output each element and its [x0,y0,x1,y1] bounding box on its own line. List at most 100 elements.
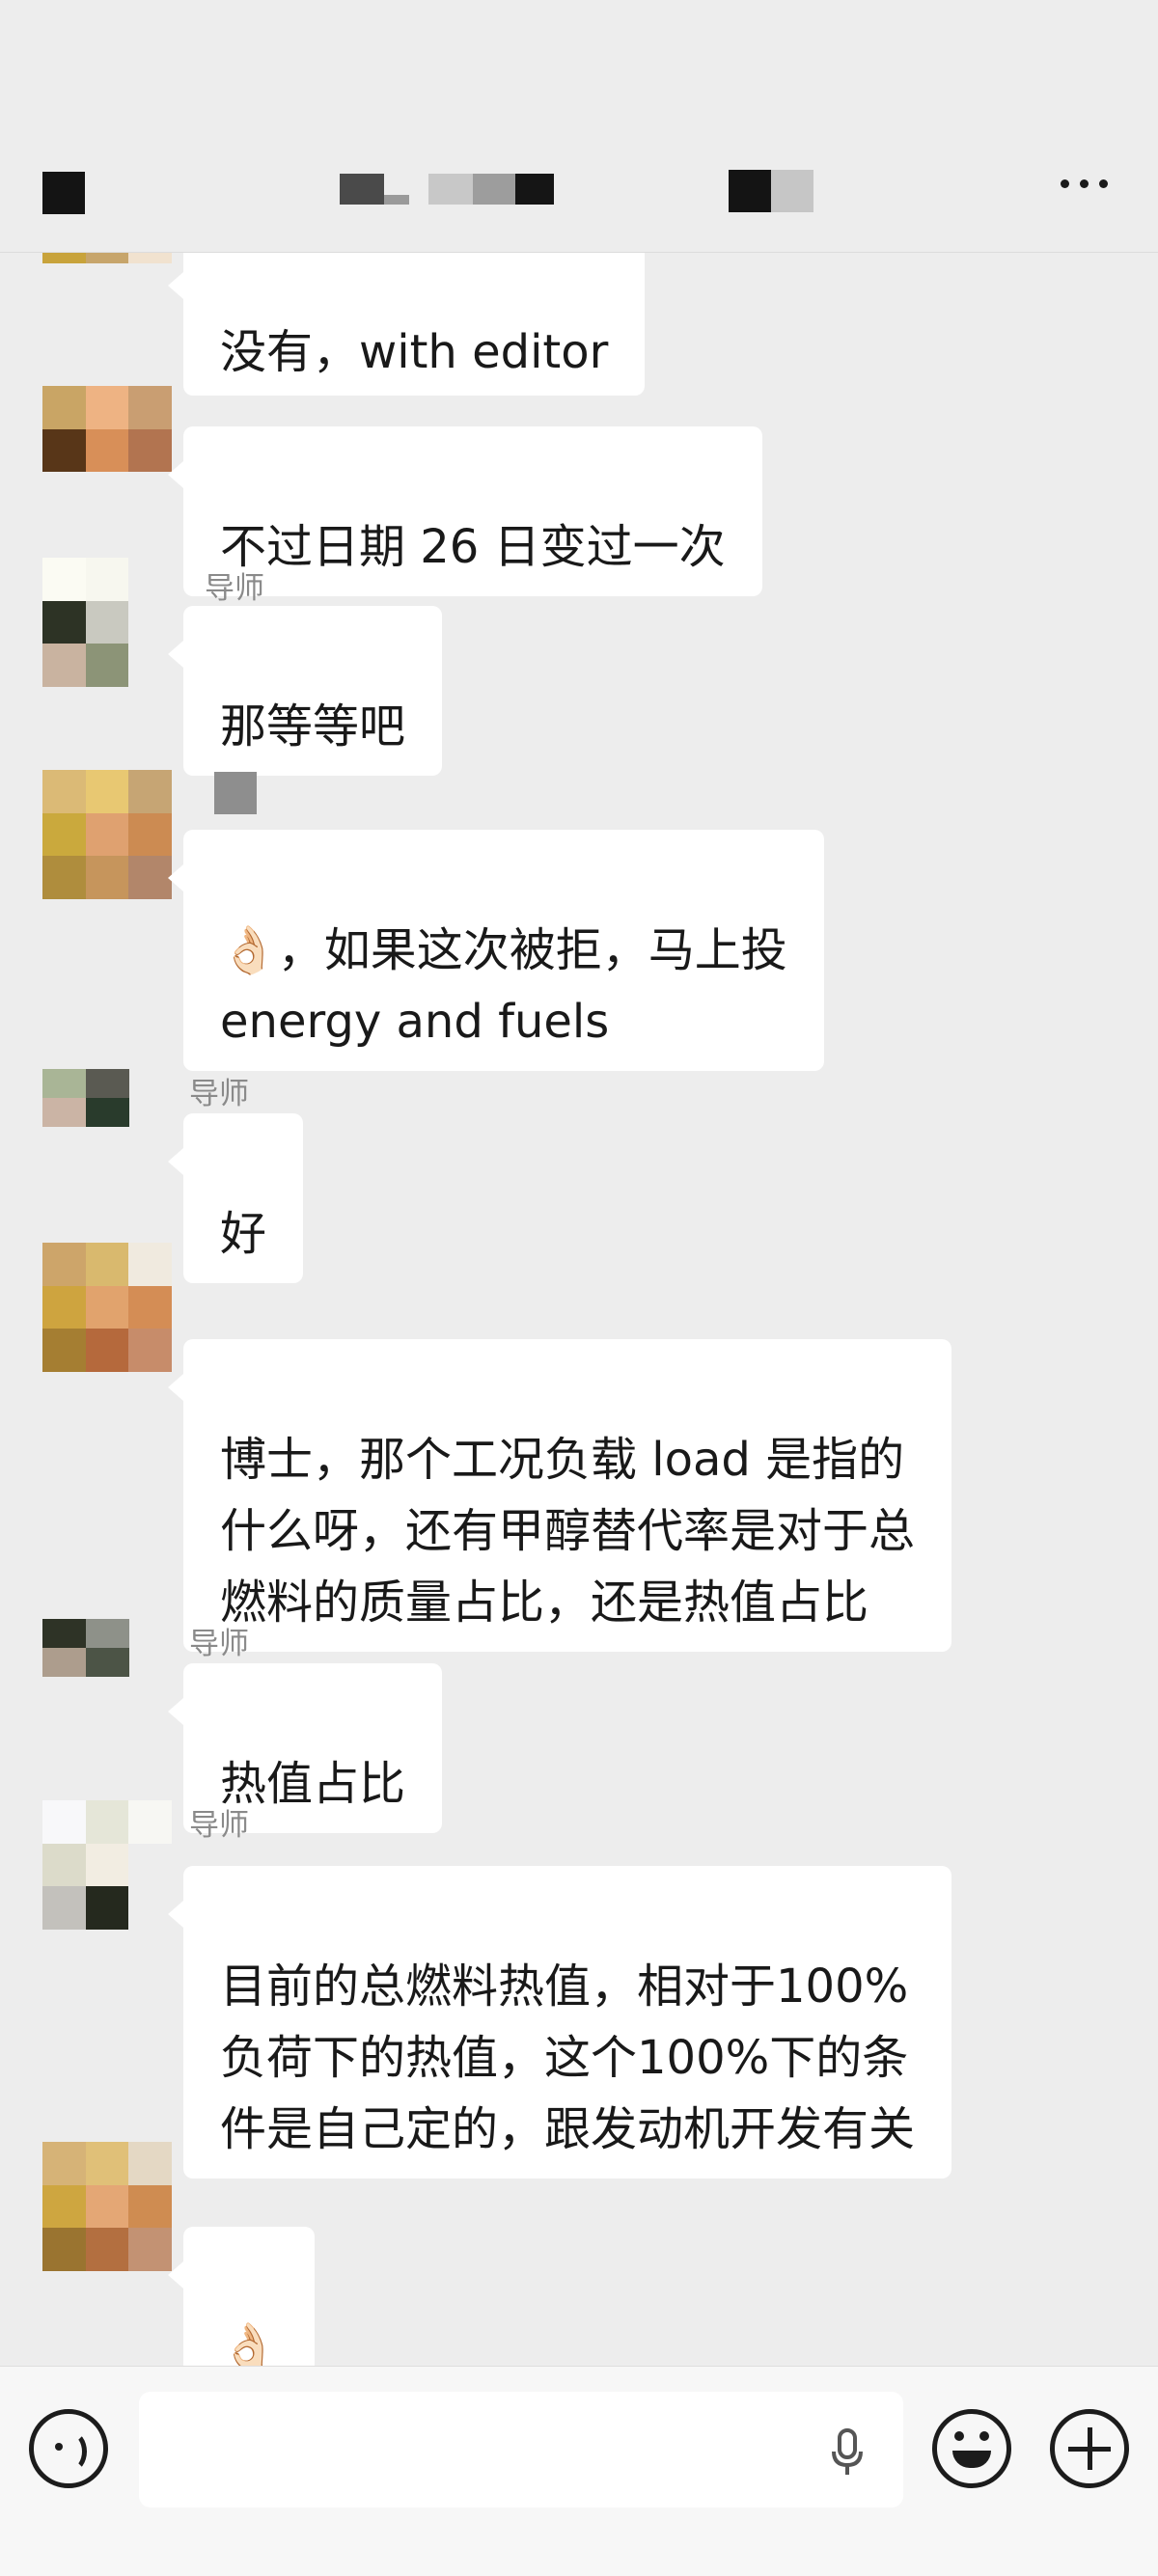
avatar[interactable] [42,1619,173,1706]
avatar-pixel [86,1648,129,1677]
avatar-pixel [42,558,86,601]
chat-header [0,0,1158,253]
message-list[interactable]: 没有，with editor 不过日期 26 日变过一次 导师 那等等吧 👌🏻，… [0,237,1158,2397]
chat-title-suffix [729,170,813,212]
avatar-pixel [42,279,86,295]
avatar-pixel [42,1127,86,1156]
avatar-pixel [85,2184,129,2229]
avatar-pixel [85,644,129,687]
avatar-pixel [129,1677,173,1706]
avatar-pixel [42,1285,86,1329]
message-bubble[interactable]: 不过日期 26 日变过一次 [168,426,762,596]
avatar-pixel [42,856,86,899]
avatar-pixel [128,386,172,429]
avatar-pixel [128,770,172,813]
avatar-pixel [42,472,86,515]
plus-icon[interactable] [1050,2409,1129,2488]
avatar-pixel [42,2184,86,2229]
avatar-pixel [128,472,172,515]
avatar-pixel [85,856,129,899]
avatar-pixel [42,2142,86,2185]
avatar-pixel [128,2142,172,2185]
avatar-pixel [128,558,172,601]
avatar-pixel [86,1677,129,1706]
avatar-pixel [85,558,129,601]
avatar-pixel [42,428,86,473]
avatar[interactable] [42,1069,173,1156]
message-text: 没有，with editor [220,325,609,379]
avatar[interactable] [42,770,172,899]
message-text: 那等等吧 [220,699,406,754]
avatar-pixel [128,1329,172,1372]
avatar-pixel [128,1243,172,1286]
avatar-pixel [85,279,129,295]
avatar[interactable] [42,1800,172,1930]
message-bubble[interactable]: 那等等吧 [167,606,443,776]
avatar-pixel [42,1098,86,1127]
avatar-pixel [42,1243,86,1286]
message-input[interactable] [139,2392,903,2507]
avatar-pixel [85,2228,129,2271]
more-dots-icon[interactable] [1061,179,1108,188]
avatar-pixel [85,1886,129,1930]
message-text: 目前的总燃料热值，相对于100% 负荷下的热值，这个100%下的条 件是自己定的… [220,1959,916,2156]
back-icon[interactable] [42,172,85,214]
avatar-pixel [85,770,129,813]
avatar-pixel [128,644,172,687]
avatar-pixel [128,812,172,857]
avatar-pixel [128,600,172,644]
message-bubble[interactable]: 好 [167,1113,304,1283]
avatar-pixel [85,428,129,473]
voice-icon[interactable] [29,2409,108,2488]
avatar-pixel [85,1329,129,1372]
message-bubble[interactable]: 博士，那个工况负载 load 是指的 什么呀，还有甲醇替代率是对于总 燃料的质量… [167,1339,952,1652]
sender-name: 导师 [205,571,264,606]
avatar-pixel [42,600,86,644]
microphone-icon[interactable] [830,2428,865,2477]
avatar-pixel [85,262,129,280]
avatar-pixel [42,1843,86,1887]
avatar-pixel [85,812,129,857]
avatar-pixel [42,1069,86,1098]
avatar-pixel [42,1648,86,1677]
avatar-pixel [128,856,172,899]
avatar-pixel [42,386,86,429]
message-bubble[interactable]: 👌🏻，如果这次被拒，马上投 energy and fuels [168,830,824,1071]
avatar-pixel [128,1285,172,1329]
avatar-pixel [129,1648,173,1677]
avatar[interactable] [42,558,172,687]
avatar[interactable] [42,247,172,295]
avatar-pixel [42,1886,86,1930]
message-text: 博士，那个工况负载 load 是指的 什么呀，还有甲醇替代率是对于总 燃料的质量… [220,1433,916,1630]
avatar-pixel [86,1098,129,1127]
avatar-pixel [128,1843,172,1887]
avatar[interactable] [42,2142,172,2271]
avatar-pixel [42,2228,86,2271]
avatar-pixel [85,1285,129,1329]
avatar-pixel [85,386,129,429]
avatar-pixel [85,600,129,644]
avatar[interactable] [42,386,172,515]
emoji-icon[interactable] [932,2409,1011,2488]
avatar-pixel [129,1619,173,1648]
avatar-pixel [42,1677,86,1706]
message-bubble[interactable]: 目前的总燃料热值，相对于100% 负荷下的热值，这个100%下的条 件是自己定的… [167,1866,952,2179]
chat-title [340,170,554,205]
sender-name: 导师 [189,1627,249,1661]
avatar-pixel [128,279,172,295]
message-text: 👌🏻，如果这次被拒，马上投 energy and fuels [220,923,787,1049]
sender-name: 导师 [189,1077,249,1111]
message-bubble[interactable]: 没有，with editor [167,237,646,396]
avatar-pixel [85,1800,129,1844]
avatar-pixel [42,644,86,687]
avatar-pixel [42,1329,86,1372]
avatar-pixel [42,812,86,857]
avatar-pixel [129,1069,173,1098]
avatar-pixel [128,262,172,280]
avatar-pixel [85,1243,129,1286]
avatar[interactable] [42,1243,172,1372]
avatar-pixel [85,472,129,515]
avatar-pixel [128,1886,172,1930]
avatar-pixel [42,1619,86,1648]
avatar-pixel [42,1800,86,1844]
